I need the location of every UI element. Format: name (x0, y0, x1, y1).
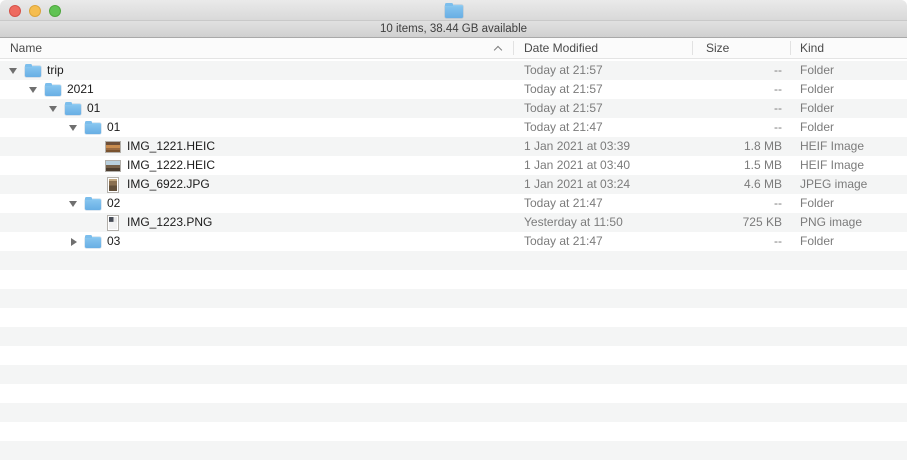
file-name: 01 (87, 99, 100, 118)
name-cell: 01 (0, 118, 513, 137)
kind-cell: Folder (790, 99, 907, 118)
disclosure-triangle[interactable] (68, 118, 85, 137)
column-header-size[interactable]: Size (706, 38, 729, 58)
size-cell: -- (692, 61, 790, 80)
disclosure-spacer (88, 156, 105, 175)
name-cell: IMG_6922.JPG (0, 175, 513, 194)
disclosure-spacer (88, 213, 105, 232)
size-cell: 1.8 MB (692, 137, 790, 156)
photo-thumbnail-portrait (107, 177, 119, 193)
name-cell: IMG_1221.HEIC (0, 137, 513, 156)
file-name: IMG_1223.PNG (127, 213, 212, 232)
disclosure-triangle[interactable] (68, 194, 85, 213)
file-name: 01 (107, 118, 120, 137)
table-row[interactable]: 2021 Today at 21:57 -- Folder (0, 80, 907, 99)
kind-cell: HEIF Image (790, 137, 907, 156)
date-modified-cell: Today at 21:57 (513, 80, 692, 99)
file-name: IMG_6922.JPG (127, 175, 210, 194)
kind-cell: PNG image (790, 213, 907, 232)
table-row[interactable]: 03 Today at 21:47 -- Folder (0, 232, 907, 251)
kind-cell: Folder (790, 232, 907, 251)
kind-cell: HEIF Image (790, 156, 907, 175)
kind-cell: JPEG image (790, 175, 907, 194)
size-cell: 725 KB (692, 213, 790, 232)
name-cell: 03 (0, 232, 513, 251)
photo-thumbnail-warm (105, 141, 121, 153)
file-name: IMG_1221.HEIC (127, 137, 215, 156)
file-name: IMG_1222.HEIC (127, 156, 215, 175)
table-row[interactable]: IMG_1222.HEIC 1 Jan 2021 at 03:40 1.5 MB… (0, 156, 907, 175)
table-row[interactable]: IMG_1223.PNG Yesterday at 11:50 725 KB P… (0, 213, 907, 232)
date-modified-cell: Yesterday at 11:50 (513, 213, 692, 232)
folder-icon (85, 199, 101, 210)
disclosure-spacer (88, 137, 105, 156)
file-name: 02 (107, 194, 120, 213)
name-cell: IMG_1222.HEIC (0, 156, 513, 175)
date-modified-cell: 1 Jan 2021 at 03:40 (513, 156, 692, 175)
name-cell: 02 (0, 194, 513, 213)
photo-thumbnail-sky (105, 160, 121, 172)
status-bar: 10 items, 38.44 GB available (0, 21, 907, 38)
date-modified-cell: Today at 21:57 (513, 99, 692, 118)
disclosure-triangle[interactable] (48, 99, 65, 118)
size-cell: -- (692, 80, 790, 99)
folder-icon (45, 85, 61, 96)
name-cell: 2021 (0, 80, 513, 99)
column-divider[interactable] (692, 41, 693, 55)
kind-cell: Folder (790, 194, 907, 213)
date-modified-cell: Today at 21:47 (513, 118, 692, 137)
table-row[interactable]: trip Today at 21:57 -- Folder (0, 61, 907, 80)
table-row[interactable]: 01 Today at 21:57 -- Folder (0, 99, 907, 118)
size-cell: -- (692, 99, 790, 118)
file-name: trip (47, 61, 64, 80)
size-cell: -- (692, 194, 790, 213)
column-header-name[interactable]: Name (10, 38, 42, 58)
table-row[interactable]: IMG_6922.JPG 1 Jan 2021 at 03:24 4.6 MB … (0, 175, 907, 194)
size-cell: -- (692, 118, 790, 137)
date-modified-cell: 1 Jan 2021 at 03:39 (513, 137, 692, 156)
kind-cell: Folder (790, 61, 907, 80)
folder-icon (85, 237, 101, 248)
chevron-up-icon (494, 46, 502, 54)
folder-icon (65, 104, 81, 115)
disclosure-triangle[interactable] (68, 232, 85, 251)
date-modified-cell: Today at 21:47 (513, 232, 692, 251)
column-header-date-modified[interactable]: Date Modified (524, 38, 598, 58)
date-modified-cell: 1 Jan 2021 at 03:24 (513, 175, 692, 194)
kind-cell: Folder (790, 118, 907, 137)
column-divider[interactable] (513, 41, 514, 55)
file-name: 2021 (67, 80, 94, 99)
date-modified-cell: Today at 21:47 (513, 194, 692, 213)
column-header-kind[interactable]: Kind (800, 38, 824, 58)
column-header-row: Name Date Modified Size Kind (0, 38, 907, 59)
table-row[interactable]: 01 Today at 21:47 -- Folder (0, 118, 907, 137)
name-cell: 01 (0, 99, 513, 118)
table-row[interactable]: IMG_1221.HEIC 1 Jan 2021 at 03:39 1.8 MB… (0, 137, 907, 156)
kind-cell: Folder (790, 80, 907, 99)
date-modified-cell: Today at 21:57 (513, 61, 692, 80)
column-divider[interactable] (790, 41, 791, 55)
size-cell: 1.5 MB (692, 156, 790, 175)
file-list: trip Today at 21:57 -- Folder 2021 Today… (0, 61, 907, 470)
file-name: 03 (107, 232, 120, 251)
folder-icon (25, 66, 41, 77)
size-cell: 4.6 MB (692, 175, 790, 194)
screenshot-thumbnail-portrait (107, 215, 119, 231)
table-row[interactable]: 02 Today at 21:47 -- Folder (0, 194, 907, 213)
status-text: 10 items, 38.44 GB available (380, 23, 527, 35)
folder-icon[interactable] (445, 5, 463, 18)
disclosure-triangle[interactable] (28, 80, 45, 99)
size-cell: -- (692, 232, 790, 251)
name-cell: IMG_1223.PNG (0, 213, 513, 232)
disclosure-spacer (88, 175, 105, 194)
title-bar[interactable] (0, 0, 907, 21)
name-cell: trip (0, 61, 513, 80)
finder-window: 10 items, 38.44 GB available Name Date M… (0, 0, 907, 470)
disclosure-triangle[interactable] (8, 61, 25, 80)
folder-icon (85, 123, 101, 134)
